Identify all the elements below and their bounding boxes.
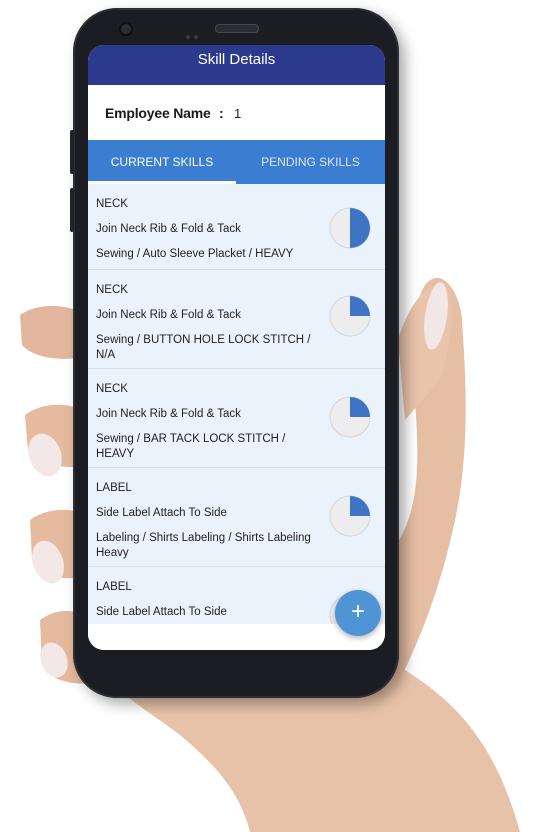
pie-progress-slice [350,296,370,316]
skill-machine: Labeling / Shirts Labeling / Shirts Labe… [96,532,311,559]
employee-row: Employee Name : [88,85,385,137]
pie-progress-slice [350,397,370,417]
employee-name-field[interactable] [234,103,365,123]
skill-category: NECK [96,198,128,210]
skill-machine: Sewing / BUTTON HOLE LOCK STITCH / N/A [96,334,311,361]
skill-progress-pie [329,295,371,337]
skill-progress-pie [329,396,371,438]
skill-operation: Side Label Attach To Side [96,606,227,618]
app-bar: Skill Details [88,45,385,85]
skill-category: NECK [96,383,128,395]
skill-category: NECK [96,284,128,296]
skill-progress-pie [329,207,371,249]
list-item[interactable]: NECK Join Neck Rib & Fold & Tack Sewing … [88,184,385,270]
skill-machine: Sewing / BAR TACK LOCK STITCH / HEAVY [96,433,286,460]
skill-machine: Sewing / Auto Sleeve Placket / HEAVY [96,248,294,260]
skill-category: LABEL [96,482,132,494]
pie-progress-slice [350,208,370,248]
front-camera-icon [119,22,133,36]
list-item[interactable]: NECK Join Neck Rib & Fold & Tack Sewing … [88,270,385,369]
skill-operation: Side Label Attach To Side [96,507,227,519]
list-item[interactable]: LABEL Side Label Attach To Side Labeling… [88,468,385,567]
plus-icon: + [350,598,365,625]
skill-operation: Join Neck Rib & Fold & Tack [96,223,241,235]
employee-name-label: Employee Name [105,105,211,121]
skills-tab-bar: CURRENT SKILLS PENDING SKILLS [88,140,385,184]
pie-progress-slice [350,496,370,516]
earpiece-speaker-icon [215,24,259,33]
tab-pending-skills[interactable]: PENDING SKILLS [236,140,385,184]
app-screen: Skill Details Employee Name : CURRENT SK… [88,45,385,650]
skill-operation: Join Neck Rib & Fold & Tack [96,309,241,321]
employee-name-separator: : [219,105,224,121]
skills-list: NECK Join Neck Rib & Fold & Tack Sewing … [88,184,385,624]
skill-category: LABEL [96,581,132,593]
page-title: Skill Details [197,51,276,68]
tab-current-skills[interactable]: CURRENT SKILLS [88,140,236,184]
list-item[interactable]: NECK Join Neck Rib & Fold & Tack Sewing … [88,369,385,468]
sensor-dots-icon [186,26,208,39]
skill-progress-pie [329,495,371,537]
phone-side-button [70,130,74,174]
skill-operation: Join Neck Rib & Fold & Tack [96,408,241,420]
phone-side-button [70,188,74,232]
add-skill-button[interactable]: + [335,590,381,636]
